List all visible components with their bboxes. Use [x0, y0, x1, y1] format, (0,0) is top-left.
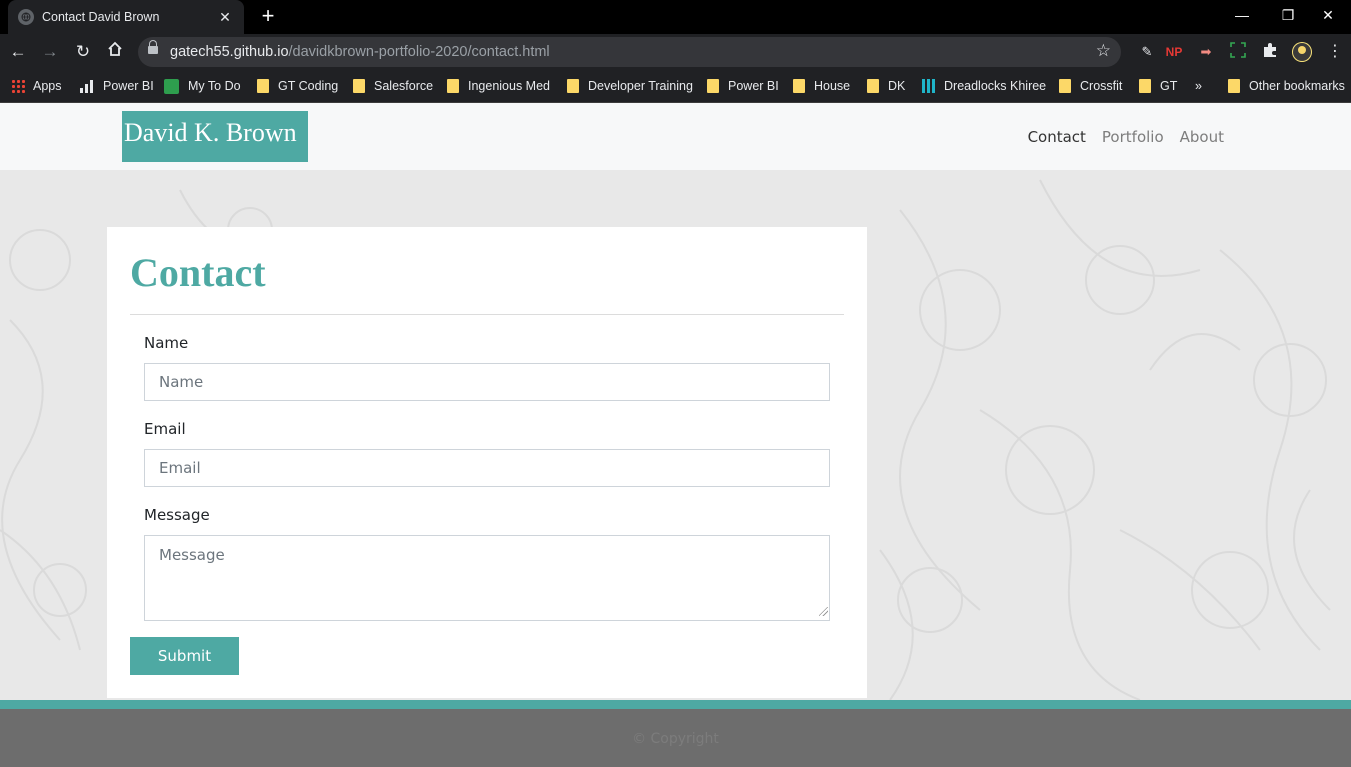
browser-tab-strip: Contact David Brown ✕ + — ❐ ✕: [0, 0, 1351, 34]
screenshot-extension-icon[interactable]: [1228, 42, 1248, 62]
bookmark-house[interactable]: House: [793, 76, 850, 96]
folder-icon: [707, 79, 719, 93]
bookmarks-overflow-chevron[interactable]: »: [1195, 76, 1202, 96]
folder-icon: [353, 79, 365, 93]
folder-icon: [867, 79, 879, 93]
bookmark-crossfit[interactable]: Crossfit: [1059, 76, 1122, 96]
bookmarks-bar: Apps Power BI My To Do GT Coding Salesfo…: [0, 70, 1351, 103]
close-window-icon[interactable]: ✕: [1305, 0, 1351, 30]
bookmark-salesforce[interactable]: Salesforce: [353, 76, 433, 96]
bookmark-other-bookmarks[interactable]: Other bookmarks: [1228, 76, 1345, 96]
title-divider: [130, 314, 844, 315]
todo-icon: [164, 78, 179, 94]
bar-chart-icon: [80, 79, 94, 93]
browser-toolbar: ← → ↻ gatech55.github.io/davidkbrown-por…: [0, 34, 1351, 70]
home-icon[interactable]: [103, 40, 127, 64]
submit-button[interactable]: Submit: [130, 637, 239, 675]
bookmark-gt-coding[interactable]: GT Coding: [257, 76, 338, 96]
bookmark-developer-training[interactable]: Developer Training: [567, 76, 693, 96]
bookmark-dk[interactable]: DK: [867, 76, 905, 96]
close-tab-icon[interactable]: ✕: [216, 9, 234, 26]
new-tab-button[interactable]: +: [256, 4, 280, 28]
nav-link-portfolio[interactable]: Portfolio: [1102, 128, 1164, 146]
contact-card: Contact Name Email Message Submit: [107, 227, 867, 698]
bookmark-power-bi[interactable]: Power BI: [80, 76, 154, 96]
menu-kebab-icon[interactable]: ⋮: [1325, 42, 1345, 62]
name-label: Name: [144, 334, 189, 352]
back-icon[interactable]: ←: [6, 40, 30, 64]
bookmark-dreadlocks-khiree[interactable]: Dreadlocks Khiree: [922, 76, 1046, 96]
page-viewport: David K. Brown Contact Portfolio About C…: [0, 103, 1351, 767]
arrow-extension-icon[interactable]: ➡: [1196, 42, 1216, 62]
grid-icon: [922, 79, 936, 93]
lock-icon: [148, 40, 158, 54]
site-nav-links: Contact Portfolio About: [1028, 128, 1224, 146]
folder-icon: [1139, 79, 1151, 93]
folder-icon: [447, 79, 459, 93]
browser-tab[interactable]: Contact David Brown ✕: [8, 0, 244, 34]
email-input[interactable]: [144, 449, 830, 487]
bookmark-my-to-do[interactable]: My To Do: [164, 76, 241, 96]
bookmark-gt[interactable]: GT: [1139, 76, 1177, 96]
globe-icon: [18, 9, 34, 25]
address-bar[interactable]: gatech55.github.io/davidkbrown-portfolio…: [138, 37, 1121, 67]
profile-avatar[interactable]: [1292, 42, 1312, 62]
site-navbar: David K. Brown Contact Portfolio About: [0, 103, 1351, 170]
footer-accent-strip: [0, 700, 1351, 709]
nav-link-contact[interactable]: Contact: [1028, 128, 1086, 146]
pen-extension-icon[interactable]: ✎: [1137, 42, 1157, 62]
reload-icon[interactable]: ↻: [71, 40, 95, 64]
site-brand-logo[interactable]: David K. Brown: [122, 111, 308, 162]
bookmark-apps[interactable]: Apps: [11, 76, 62, 96]
minimize-icon[interactable]: —: [1219, 0, 1265, 30]
name-input[interactable]: [144, 363, 830, 401]
folder-icon: [793, 79, 805, 93]
bookmark-ingenious-med[interactable]: Ingenious Med: [447, 76, 550, 96]
message-textarea[interactable]: [144, 535, 830, 621]
puzzle-icon[interactable]: [1260, 42, 1280, 62]
tab-title: Contact David Brown: [42, 10, 160, 24]
message-label: Message: [144, 506, 210, 524]
apps-grid-icon: [11, 79, 25, 93]
bookmark-star-icon[interactable]: ☆: [1096, 41, 1111, 61]
forward-icon[interactable]: →: [38, 40, 62, 64]
nav-link-about[interactable]: About: [1180, 128, 1224, 146]
folder-icon: [1228, 79, 1240, 93]
copyright-text: © Copyright: [632, 731, 719, 747]
page-title: Contact: [130, 250, 266, 295]
folder-icon: [257, 79, 269, 93]
url-text: gatech55.github.io/davidkbrown-portfolio…: [170, 44, 550, 60]
site-footer: © Copyright: [0, 709, 1351, 767]
email-label: Email: [144, 420, 186, 438]
np-extension-icon[interactable]: NP: [1164, 42, 1184, 62]
textarea-resize-handle[interactable]: [819, 607, 828, 616]
folder-icon: [1059, 79, 1071, 93]
folder-icon: [567, 79, 579, 93]
bookmark-power-bi-folder[interactable]: Power BI: [707, 76, 779, 96]
